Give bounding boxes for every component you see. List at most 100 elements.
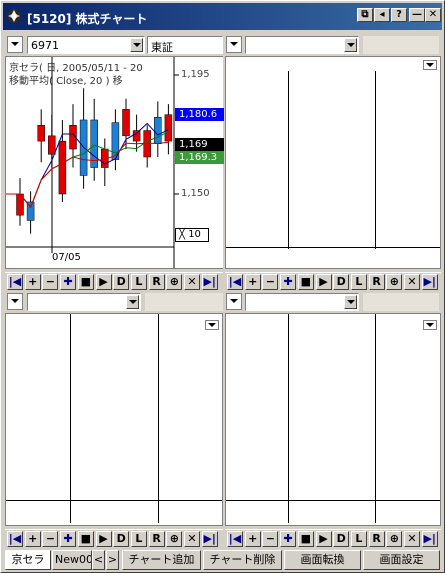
candle-body — [58, 140, 67, 195]
chevron-down-icon[interactable] — [130, 38, 143, 52]
zoom-icon[interactable]: ⊕ — [166, 531, 183, 547]
back-button[interactable]: ◂ — [374, 8, 390, 22]
time-axis-line — [6, 500, 222, 501]
plus-icon[interactable]: + — [24, 531, 41, 547]
add-chart-button[interactable]: チャート追加 — [122, 550, 201, 570]
zoom-icon[interactable]: ⊕ — [386, 531, 403, 547]
screen-settings-button[interactable]: 画面設定 — [363, 550, 440, 570]
first-icon[interactable]: |◀ — [227, 274, 243, 290]
chevron-down-icon[interactable] — [344, 38, 357, 52]
candle-body — [132, 130, 141, 142]
chart2-dropdown-icon[interactable] — [423, 60, 437, 70]
chevron-down-icon[interactable] — [344, 295, 357, 309]
daily-button[interactable]: D — [333, 531, 350, 547]
chart1-code-value: 6971 — [31, 39, 59, 52]
chart4-pane[interactable] — [225, 313, 441, 526]
tab-kyocera[interactable]: 京セラ — [5, 550, 51, 570]
move-icon[interactable]: ✚ — [280, 274, 297, 290]
chart4-nav-bar: |◀ + − ✚ ■ ▶ D L R ⊕ ✕ ▶| — [225, 529, 441, 547]
first-icon[interactable]: |◀ — [227, 531, 243, 547]
bottom-toolbar: 京セラ New00( < > チャート追加 チャート削除 画面転換 画面設定 — [3, 549, 442, 571]
daily-button[interactable]: D — [113, 531, 130, 547]
switch-screen-button[interactable]: 画面転換 — [284, 550, 361, 570]
close-icon[interactable]: ✕ — [404, 531, 420, 547]
minimize-button[interactable]: — — [409, 8, 425, 22]
first-icon[interactable]: |◀ — [7, 274, 23, 290]
zoom-icon[interactable]: ⊕ — [386, 274, 403, 290]
close-icon[interactable]: ✕ — [184, 531, 200, 547]
minus-icon[interactable]: − — [262, 274, 279, 290]
minus-icon[interactable]: − — [42, 531, 59, 547]
line-button[interactable]: L — [130, 274, 147, 290]
zoom-icon[interactable]: ⊕ — [166, 274, 183, 290]
title-bar[interactable]: [5120] 株式チャート ⧉ ◂ ? — ✕ — [3, 3, 442, 30]
close-button[interactable]: ✕ — [425, 8, 441, 22]
move-icon[interactable]: ✚ — [60, 531, 77, 547]
chart3-pane[interactable] — [5, 313, 223, 526]
zoom-level-box[interactable]: ╳ 10 — [175, 228, 209, 242]
range-button[interactable]: R — [368, 531, 385, 547]
chart3-menu-button[interactable] — [7, 293, 23, 310]
candle-body — [154, 117, 162, 145]
last-icon[interactable]: ▶| — [421, 531, 438, 547]
help-button[interactable]: ? — [391, 8, 407, 22]
stop-icon[interactable]: ■ — [77, 531, 94, 547]
app-icon — [7, 9, 21, 23]
first-icon[interactable]: |◀ — [7, 531, 23, 547]
stop-icon[interactable]: ■ — [297, 274, 314, 290]
last-icon[interactable]: ▶| — [201, 274, 218, 290]
chart2-selector-row — [225, 35, 441, 55]
chart1-code-select[interactable]: 6971 — [27, 36, 145, 54]
chart4-dropdown-icon[interactable] — [423, 320, 437, 330]
line-button[interactable]: L — [350, 274, 367, 290]
chart3-dropdown-icon[interactable] — [205, 320, 219, 330]
chart2-code-select[interactable] — [245, 36, 359, 54]
chart1-selector-row: 6971 東証 — [5, 35, 223, 55]
move-icon[interactable]: ✚ — [60, 274, 77, 290]
close-icon[interactable]: ✕ — [404, 274, 420, 290]
chevron-down-icon[interactable] — [126, 295, 139, 309]
stop-icon[interactable]: ■ — [297, 531, 314, 547]
plus-icon[interactable]: + — [244, 274, 261, 290]
chart4-menu-button[interactable] — [226, 293, 242, 310]
chart2-pane[interactable] — [225, 56, 441, 269]
chart1-market-select[interactable]: 東証 — [147, 36, 223, 54]
range-button[interactable]: R — [148, 531, 165, 547]
chart1-market-value: 東証 — [151, 41, 173, 54]
restore-icon: ⧉ — [361, 9, 369, 20]
last-icon[interactable]: ▶| — [421, 274, 438, 290]
tab-scroll-left-button[interactable]: < — [92, 550, 105, 570]
minus-icon[interactable]: − — [42, 274, 59, 290]
daily-button[interactable]: D — [113, 274, 130, 290]
range-button[interactable]: R — [368, 274, 385, 290]
move-icon[interactable]: ✚ — [280, 531, 297, 547]
play-icon[interactable]: ▶ — [315, 274, 332, 290]
plus-icon[interactable]: + — [244, 531, 261, 547]
delete-chart-button[interactable]: チャート削除 — [203, 550, 282, 570]
chart3-code-select[interactable] — [27, 293, 141, 311]
range-button[interactable]: R — [148, 274, 165, 290]
chart2-menu-button[interactable] — [226, 36, 242, 53]
restore-button[interactable]: ⧉ — [357, 8, 373, 22]
play-icon[interactable]: ▶ — [315, 531, 332, 547]
last-icon[interactable]: ▶| — [201, 531, 218, 547]
y-tick-label: 1,195 — [181, 69, 210, 80]
daily-button[interactable]: D — [333, 274, 350, 290]
window-title: [5120] 株式チャート — [27, 12, 148, 26]
plus-icon[interactable]: + — [24, 274, 41, 290]
play-icon[interactable]: ▶ — [95, 531, 112, 547]
time-axis-line — [226, 500, 440, 501]
last-price-label: 1,169 — [175, 138, 224, 151]
tab-scroll-right-button[interactable]: > — [106, 550, 119, 570]
close-icon[interactable]: ✕ — [184, 274, 200, 290]
chart1-pane[interactable]: 京セラ( 日, 2005/05/11 - 20 移動平均( Close, 20 … — [5, 56, 224, 269]
minus-icon[interactable]: − — [262, 531, 279, 547]
line-button[interactable]: L — [350, 531, 367, 547]
chart4-code-select[interactable] — [245, 293, 359, 311]
chart1-menu-button[interactable] — [7, 36, 23, 53]
stop-icon[interactable]: ■ — [77, 274, 94, 290]
tab-new00[interactable]: New00( — [52, 550, 92, 570]
line-button[interactable]: L — [130, 531, 147, 547]
chart3-market-field — [145, 293, 223, 311]
play-icon[interactable]: ▶ — [95, 274, 112, 290]
